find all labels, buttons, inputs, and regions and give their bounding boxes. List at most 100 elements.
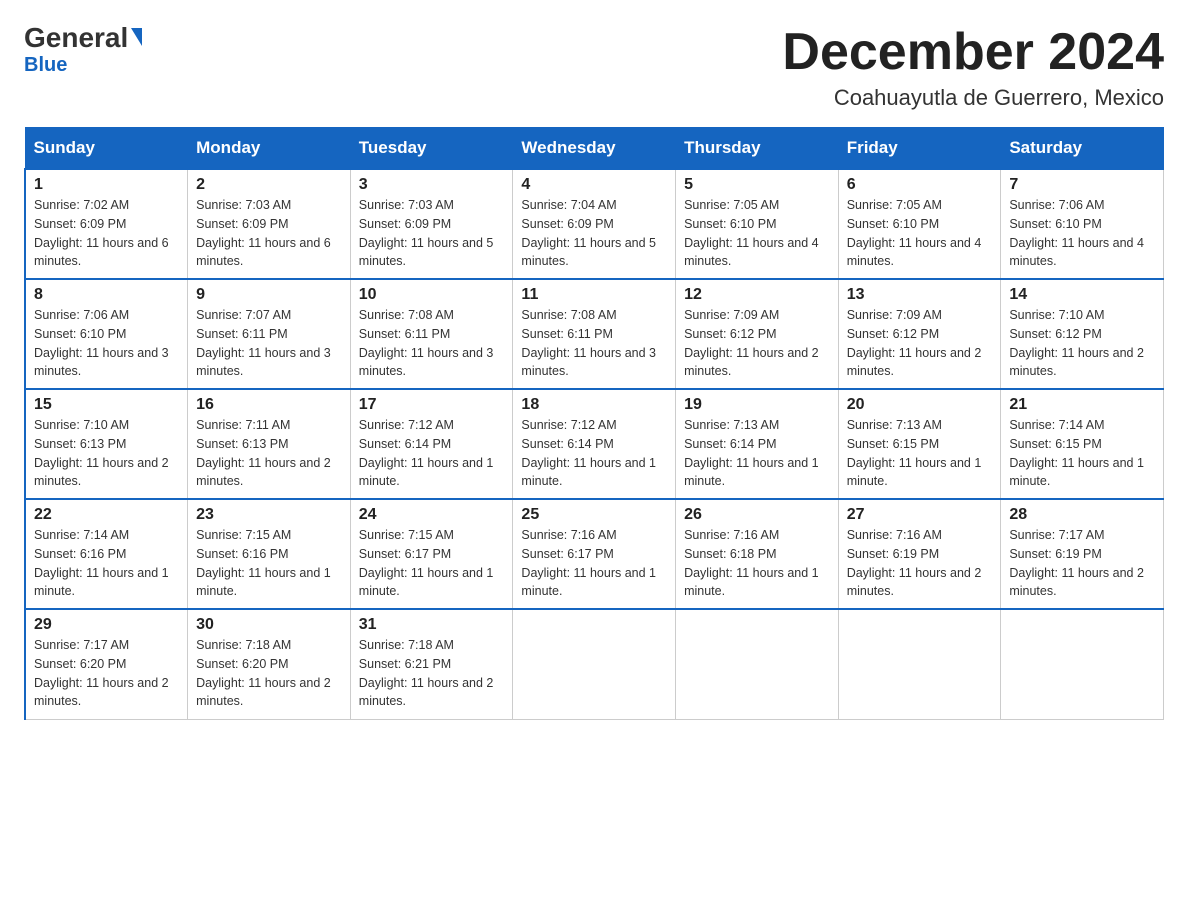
day-info: Sunrise: 7:09 AMSunset: 6:12 PMDaylight:… [847,308,982,378]
day-cell: 10 Sunrise: 7:08 AMSunset: 6:11 PMDaylig… [350,279,513,389]
day-info: Sunrise: 7:10 AMSunset: 6:12 PMDaylight:… [1009,308,1144,378]
location-title: Coahuayutla de Guerrero, Mexico [782,85,1164,111]
day-cell [838,609,1001,719]
day-cell: 18 Sunrise: 7:12 AMSunset: 6:14 PMDaylig… [513,389,676,499]
header-friday: Friday [838,128,1001,170]
day-cell: 29 Sunrise: 7:17 AMSunset: 6:20 PMDaylig… [25,609,188,719]
day-info: Sunrise: 7:07 AMSunset: 6:11 PMDaylight:… [196,308,331,378]
day-info: Sunrise: 7:17 AMSunset: 6:19 PMDaylight:… [1009,528,1144,598]
day-number: 18 [521,396,667,414]
header-tuesday: Tuesday [350,128,513,170]
day-number: 3 [359,176,505,194]
week-row-2: 8 Sunrise: 7:06 AMSunset: 6:10 PMDayligh… [25,279,1164,389]
week-row-4: 22 Sunrise: 7:14 AMSunset: 6:16 PMDaylig… [25,499,1164,609]
day-cell: 2 Sunrise: 7:03 AMSunset: 6:09 PMDayligh… [188,169,351,279]
header-monday: Monday [188,128,351,170]
day-cell: 27 Sunrise: 7:16 AMSunset: 6:19 PMDaylig… [838,499,1001,609]
logo: General Blue [24,24,142,77]
day-number: 30 [196,616,342,634]
day-cell [676,609,839,719]
day-info: Sunrise: 7:18 AMSunset: 6:21 PMDaylight:… [359,638,494,708]
day-cell: 25 Sunrise: 7:16 AMSunset: 6:17 PMDaylig… [513,499,676,609]
day-info: Sunrise: 7:17 AMSunset: 6:20 PMDaylight:… [34,638,169,708]
logo-blue-text: Blue [24,54,67,77]
day-info: Sunrise: 7:04 AMSunset: 6:09 PMDaylight:… [521,198,656,268]
day-cell [1001,609,1164,719]
day-cell: 6 Sunrise: 7:05 AMSunset: 6:10 PMDayligh… [838,169,1001,279]
day-info: Sunrise: 7:12 AMSunset: 6:14 PMDaylight:… [521,418,656,488]
day-cell: 14 Sunrise: 7:10 AMSunset: 6:12 PMDaylig… [1001,279,1164,389]
header-wednesday: Wednesday [513,128,676,170]
day-cell: 12 Sunrise: 7:09 AMSunset: 6:12 PMDaylig… [676,279,839,389]
day-cell: 19 Sunrise: 7:13 AMSunset: 6:14 PMDaylig… [676,389,839,499]
day-cell: 3 Sunrise: 7:03 AMSunset: 6:09 PMDayligh… [350,169,513,279]
day-number: 17 [359,396,505,414]
day-cell: 11 Sunrise: 7:08 AMSunset: 6:11 PMDaylig… [513,279,676,389]
day-cell: 20 Sunrise: 7:13 AMSunset: 6:15 PMDaylig… [838,389,1001,499]
day-info: Sunrise: 7:11 AMSunset: 6:13 PMDaylight:… [196,418,331,488]
day-number: 26 [684,506,830,524]
day-number: 16 [196,396,342,414]
calendar-table: SundayMondayTuesdayWednesdayThursdayFrid… [24,127,1164,720]
day-info: Sunrise: 7:15 AMSunset: 6:16 PMDaylight:… [196,528,331,598]
day-info: Sunrise: 7:14 AMSunset: 6:16 PMDaylight:… [34,528,169,598]
day-number: 23 [196,506,342,524]
day-info: Sunrise: 7:18 AMSunset: 6:20 PMDaylight:… [196,638,331,708]
day-number: 15 [34,396,179,414]
day-number: 7 [1009,176,1155,194]
day-number: 25 [521,506,667,524]
day-cell: 9 Sunrise: 7:07 AMSunset: 6:11 PMDayligh… [188,279,351,389]
header: General Blue December 2024 Coahuayutla d… [24,24,1164,111]
day-info: Sunrise: 7:08 AMSunset: 6:11 PMDaylight:… [359,308,494,378]
day-number: 22 [34,506,179,524]
day-info: Sunrise: 7:16 AMSunset: 6:18 PMDaylight:… [684,528,819,598]
calendar-header-row: SundayMondayTuesdayWednesdayThursdayFrid… [25,128,1164,170]
day-info: Sunrise: 7:06 AMSunset: 6:10 PMDaylight:… [1009,198,1144,268]
week-row-3: 15 Sunrise: 7:10 AMSunset: 6:13 PMDaylig… [25,389,1164,499]
day-number: 6 [847,176,993,194]
day-cell: 22 Sunrise: 7:14 AMSunset: 6:16 PMDaylig… [25,499,188,609]
day-cell [513,609,676,719]
day-number: 31 [359,616,505,634]
day-info: Sunrise: 7:15 AMSunset: 6:17 PMDaylight:… [359,528,494,598]
day-number: 9 [196,286,342,304]
day-cell: 26 Sunrise: 7:16 AMSunset: 6:18 PMDaylig… [676,499,839,609]
day-cell: 30 Sunrise: 7:18 AMSunset: 6:20 PMDaylig… [188,609,351,719]
day-number: 2 [196,176,342,194]
day-info: Sunrise: 7:16 AMSunset: 6:19 PMDaylight:… [847,528,982,598]
day-cell: 31 Sunrise: 7:18 AMSunset: 6:21 PMDaylig… [350,609,513,719]
day-number: 21 [1009,396,1155,414]
header-saturday: Saturday [1001,128,1164,170]
day-cell: 24 Sunrise: 7:15 AMSunset: 6:17 PMDaylig… [350,499,513,609]
day-info: Sunrise: 7:16 AMSunset: 6:17 PMDaylight:… [521,528,656,598]
week-row-1: 1 Sunrise: 7:02 AMSunset: 6:09 PMDayligh… [25,169,1164,279]
day-cell: 28 Sunrise: 7:17 AMSunset: 6:19 PMDaylig… [1001,499,1164,609]
day-number: 28 [1009,506,1155,524]
day-cell: 21 Sunrise: 7:14 AMSunset: 6:15 PMDaylig… [1001,389,1164,499]
day-number: 11 [521,286,667,304]
header-sunday: Sunday [25,128,188,170]
day-number: 24 [359,506,505,524]
day-info: Sunrise: 7:14 AMSunset: 6:15 PMDaylight:… [1009,418,1144,488]
logo-general-text: General [24,24,142,52]
day-number: 20 [847,396,993,414]
month-title: December 2024 [782,24,1164,81]
day-number: 27 [847,506,993,524]
day-info: Sunrise: 7:02 AMSunset: 6:09 PMDaylight:… [34,198,169,268]
day-info: Sunrise: 7:12 AMSunset: 6:14 PMDaylight:… [359,418,494,488]
day-info: Sunrise: 7:03 AMSunset: 6:09 PMDaylight:… [196,198,331,268]
day-cell: 15 Sunrise: 7:10 AMSunset: 6:13 PMDaylig… [25,389,188,499]
day-number: 5 [684,176,830,194]
day-number: 19 [684,396,830,414]
day-info: Sunrise: 7:10 AMSunset: 6:13 PMDaylight:… [34,418,169,488]
day-number: 1 [34,176,179,194]
day-number: 13 [847,286,993,304]
day-number: 14 [1009,286,1155,304]
day-info: Sunrise: 7:05 AMSunset: 6:10 PMDaylight:… [847,198,982,268]
day-number: 8 [34,286,179,304]
day-info: Sunrise: 7:03 AMSunset: 6:09 PMDaylight:… [359,198,494,268]
day-number: 12 [684,286,830,304]
day-info: Sunrise: 7:13 AMSunset: 6:14 PMDaylight:… [684,418,819,488]
day-info: Sunrise: 7:13 AMSunset: 6:15 PMDaylight:… [847,418,982,488]
day-number: 10 [359,286,505,304]
